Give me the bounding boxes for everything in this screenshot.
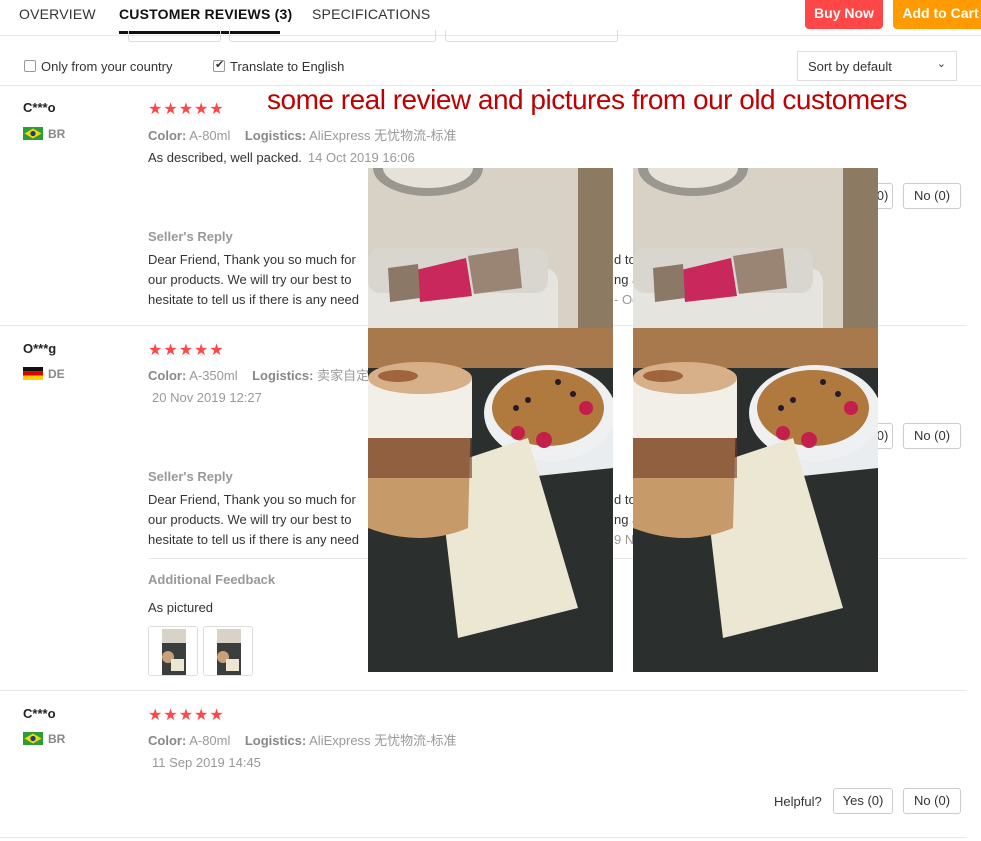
- divider: [0, 837, 967, 838]
- only-country-label: Only from your country: [41, 59, 173, 74]
- reviewer-country: BR: [48, 127, 66, 141]
- reviewer-country: DE: [48, 367, 65, 381]
- tab-customer-reviews[interactable]: CUSTOMER REVIEWS (3): [119, 6, 292, 22]
- chevron-down-icon: ⌄: [936, 58, 946, 70]
- helpful-label: Helpful?: [774, 794, 822, 809]
- review-date: 14 Oct 2019 16:06: [307, 150, 415, 165]
- reply-line: Dear Friend, Thank you so much for: [148, 492, 356, 507]
- logistics-label: Logistics:: [244, 733, 307, 748]
- translate-checkbox[interactable]: [213, 58, 225, 72]
- reviewer-name: C***o: [23, 706, 56, 721]
- divider: [0, 690, 967, 691]
- logistics-value: AliExpress 无忧物流-标准: [309, 733, 457, 748]
- only-country-checkbox[interactable]: [24, 60, 36, 72]
- star-rating: ★★★★★: [148, 707, 225, 724]
- color-value: A-80ml: [189, 128, 231, 143]
- no-helpful-button[interactable]: No (0): [903, 183, 961, 209]
- brazil-flag-icon: [23, 127, 43, 140]
- customer-photo: [633, 168, 878, 672]
- color-value: A-80ml: [189, 733, 231, 748]
- brazil-flag-icon: [23, 732, 43, 745]
- review-filter-bar: Only from your country Translate to Engl…: [0, 50, 981, 84]
- filter-chip[interactable]: [229, 30, 436, 42]
- color-label: Color:: [148, 368, 187, 383]
- seller-reply-text: Dear Friend, Thank you so much for our p…: [148, 250, 359, 310]
- reply-line: our products. We will try our best to: [148, 512, 352, 527]
- logistics-label: Logistics:: [244, 128, 307, 143]
- no-helpful-button[interactable]: No (0): [903, 788, 961, 814]
- add-to-cart-button[interactable]: Add to Cart: [893, 0, 981, 29]
- promo-banner-text: some real review and pictures from our o…: [267, 84, 908, 115]
- star-rating: ★★★★★: [148, 342, 225, 359]
- seller-reply-title: Seller's Reply: [148, 469, 233, 484]
- review-text: As described, well packed. 14 Oct 2019 16…: [148, 150, 415, 165]
- yes-helpful-button[interactable]: Yes (0): [833, 788, 893, 814]
- reply-line: Dear Friend, Thank you so much for: [148, 252, 356, 267]
- review-attributes: Color: A-80ml Logistics: AliExpress 无忧物流…: [148, 125, 457, 144]
- color-value: A-350ml: [189, 368, 238, 383]
- reviewer-name: C***o: [23, 100, 56, 115]
- reply-line: our products. We will try our best to: [148, 272, 352, 287]
- seller-reply-title: Seller's Reply: [148, 229, 233, 244]
- star-rating: ★★★★★: [148, 101, 225, 118]
- germany-flag-icon: [23, 367, 43, 380]
- reviewer-country: BR: [48, 732, 66, 746]
- no-helpful-button[interactable]: No (0): [903, 423, 961, 449]
- sort-select-value: Sort by default: [808, 59, 892, 74]
- sort-select[interactable]: Sort by default ⌄: [797, 51, 957, 81]
- buy-now-button[interactable]: Buy Now: [805, 0, 883, 29]
- customer-photo: [368, 168, 613, 672]
- feedback-text: As described, well packed.: [148, 150, 302, 165]
- color-label: Color:: [148, 128, 187, 143]
- translate-label: Translate to English: [230, 59, 345, 74]
- filter-chip[interactable]: [445, 30, 618, 42]
- reply-line: hesitate to tell us if there is any need: [148, 532, 360, 547]
- review-attributes: Color: A-350ml Logistics: 卖家自定义: [148, 365, 382, 384]
- reply-line: hesitate to tell us if there is any need: [148, 292, 360, 307]
- tab-overview[interactable]: OVERVIEW: [19, 6, 96, 22]
- review-photo-thumbnail[interactable]: [203, 626, 253, 676]
- color-label: Color:: [148, 733, 187, 748]
- reviewer-name: O***g: [23, 341, 57, 356]
- seller-reply-text: Dear Friend, Thank you so much for our p…: [148, 490, 359, 550]
- logistics-value: AliExpress 无忧物流-标准: [309, 128, 457, 143]
- tab-specifications[interactable]: SPECIFICATIONS: [312, 6, 430, 22]
- review-date: 11 Sep 2019 14:45: [152, 755, 261, 770]
- review-attributes: Color: A-80ml Logistics: AliExpress 无忧物流…: [148, 730, 457, 749]
- review-photo-thumbnail[interactable]: [148, 626, 198, 676]
- review-date: 20 Nov 2019 12:27: [152, 390, 262, 405]
- filter-chip[interactable]: [128, 30, 221, 42]
- additional-feedback-title: Additional Feedback: [148, 572, 276, 587]
- additional-feedback-text: As pictured: [148, 600, 214, 615]
- logistics-label: Logistics:: [252, 368, 314, 383]
